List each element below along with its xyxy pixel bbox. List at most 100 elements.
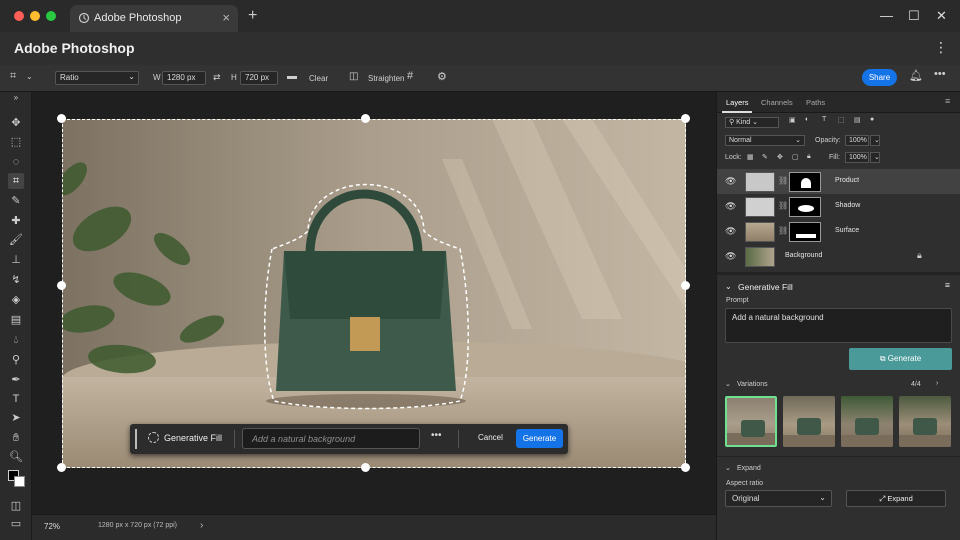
straighten-icon[interactable]: ◫ [349,71,358,82]
filter-toggle-icon[interactable]: ● [870,116,874,123]
gear-icon[interactable]: ⚙ [437,70,447,83]
tab-paths[interactable]: Paths [806,98,825,107]
clone-stamp-icon[interactable]: ⊥ [8,252,24,268]
tab-channels[interactable]: Channels [761,98,793,107]
lock-pixels-icon[interactable]: ✎ [762,153,768,161]
crop-handle-top[interactable] [361,114,370,123]
layer-row-product[interactable]: 👁︎ ⛓ Product [717,169,960,194]
type-tool-icon[interactable]: T [8,391,24,407]
clear-button[interactable]: Clear [309,74,328,83]
variation-thumbnail-4[interactable] [899,396,951,447]
dodge-tool-icon[interactable]: ⚲ [8,352,24,368]
visibility-eye-icon[interactable]: 👁︎ [725,176,736,187]
generate-button[interactable]: Generate [516,429,563,448]
lock-icon[interactable]: 🔒︎ [917,250,922,261]
chevron-down-icon[interactable]: ⌄ [870,135,880,146]
zoom-tool-icon[interactable]: 🔍︎ [8,449,24,465]
background-color-swatch[interactable] [14,476,25,487]
chevron-down-icon[interactable]: ⌄ [725,464,731,472]
maximize-icon[interactable]: ☐ [908,8,920,24]
close-tab-icon[interactable]: × [222,10,230,25]
browser-tab[interactable]: Adobe Photoshop × [70,5,238,32]
layer-mask-thumbnail[interactable] [789,172,821,192]
more-options-icon[interactable]: ••• [431,430,442,441]
screen-mode-icon[interactable]: ▭ [8,516,24,532]
lock-artboard-icon[interactable]: ▢ [792,153,799,161]
chevron-down-icon[interactable]: ⌄ [870,152,880,163]
share-button[interactable]: Share [862,69,897,86]
new-tab-button[interactable]: + [248,7,257,25]
prompt-textarea[interactable]: Add a natural background [725,308,952,343]
pen-tool-icon[interactable]: ✒ [8,372,24,388]
maximize-window-dot[interactable] [46,11,56,21]
zoom-level[interactable]: 72% [44,522,60,531]
gradient-tool-icon[interactable]: ▤ [8,312,24,328]
link-icon[interactable]: ⛓ [778,201,788,210]
minimize-window-dot[interactable] [30,11,40,21]
layer-row-background[interactable]: 👁︎ Background 🔒︎ [717,244,960,269]
folder-icon[interactable]: ▬ [287,71,297,82]
layer-row-shadow[interactable]: 👁︎ ⛓ Shadow [717,194,960,219]
cancel-button[interactable]: Cancel [478,433,503,442]
drag-handle[interactable] [135,429,137,449]
chevron-right-icon[interactable]: › [936,380,938,387]
layer-row-surface[interactable]: 👁︎ ⛓ Surface [717,219,960,244]
hand-tool-icon[interactable]: ✋︎ [8,430,24,446]
lasso-tool-icon[interactable]: ◌ [8,154,24,170]
quick-mask-icon[interactable]: ◫ [8,498,24,514]
lock-transparent-icon[interactable]: ▦ [747,153,754,161]
straighten-button[interactable]: Straighten [368,74,404,83]
link-icon[interactable]: ⛓ [778,176,788,185]
eraser-tool-icon[interactable]: ◈ [8,292,24,308]
minimize-icon[interactable]: — [880,8,893,23]
close-window-dot[interactable] [14,11,24,21]
crop-handle-bottom-left[interactable] [57,463,66,472]
chevron-down-icon[interactable]: ⌄ [26,72,33,81]
variation-thumbnail-3[interactable] [841,396,893,447]
close-icon[interactable]: ✕ [936,8,947,24]
expand-button[interactable]: ⤢ Expand [846,490,946,507]
crop-tool-icon[interactable]: ⌗ [10,70,16,83]
kebab-icon[interactable]: ⋮ [934,39,948,56]
bell-icon[interactable]: 🔔︎ [909,69,923,82]
path-selection-icon[interactable]: ➤ [8,410,24,426]
width-input[interactable]: 1280 px [162,71,206,85]
lock-all-icon[interactable]: 🔒︎ [807,153,811,161]
chevron-down-icon[interactable]: ⌄ [725,282,732,291]
tab-layers[interactable]: Layers [726,98,749,107]
type-filter-icon[interactable]: T [822,116,826,123]
height-input[interactable]: 720 px [240,71,278,85]
blend-mode-select[interactable]: Normal ⌄ [725,135,805,146]
chevron-right-icon[interactable]: › [200,520,203,531]
visibility-eye-icon[interactable]: 👁︎ [725,201,736,212]
expand-panel-icon[interactable]: » [8,90,24,106]
crop-tool-icon[interactable]: ⌗ [8,173,24,189]
panel-menu-icon[interactable]: ≡ [945,96,950,106]
crop-handle-top-right[interactable] [681,114,690,123]
healing-tool-icon[interactable]: ✚ [8,213,24,229]
lock-position-icon[interactable]: ✥ [777,153,783,161]
crop-handle-bottom[interactable] [361,463,370,472]
layer-mask-thumbnail[interactable] [789,222,821,242]
more-icon[interactable]: ••• [934,68,946,80]
crop-frame[interactable] [62,119,686,468]
crop-handle-bottom-right[interactable] [681,463,690,472]
opacity-input[interactable]: 100% [845,135,869,146]
visibility-eye-icon[interactable]: 👁︎ [725,226,736,237]
generative-fill-prompt-input[interactable]: Add a natural background [242,428,420,449]
layer-filter-select[interactable]: ⚲ Kind ⌄ [725,117,779,128]
layer-mask-thumbnail[interactable] [789,197,821,217]
fill-input[interactable]: 100% [845,152,869,163]
adjustment-filter-icon[interactable]: ◐ [805,116,809,123]
smart-object-filter-icon[interactable]: ▤ [854,116,861,124]
generate-panel-button[interactable]: ⧉ Generate [849,348,952,370]
move-tool-icon[interactable]: ✥ [8,115,24,131]
link-icon[interactable]: ⛓ [778,226,788,235]
crop-handle-left[interactable] [57,281,66,290]
crop-handle-top-left[interactable] [57,114,66,123]
eyedropper-tool-icon[interactable]: ✎ [8,193,24,209]
shape-filter-icon[interactable]: ⬚ [838,116,845,124]
swap-icon[interactable]: ⇄ [213,72,221,83]
pixel-filter-icon[interactable]: ▣ [789,116,796,124]
crop-handle-right[interactable] [681,281,690,290]
